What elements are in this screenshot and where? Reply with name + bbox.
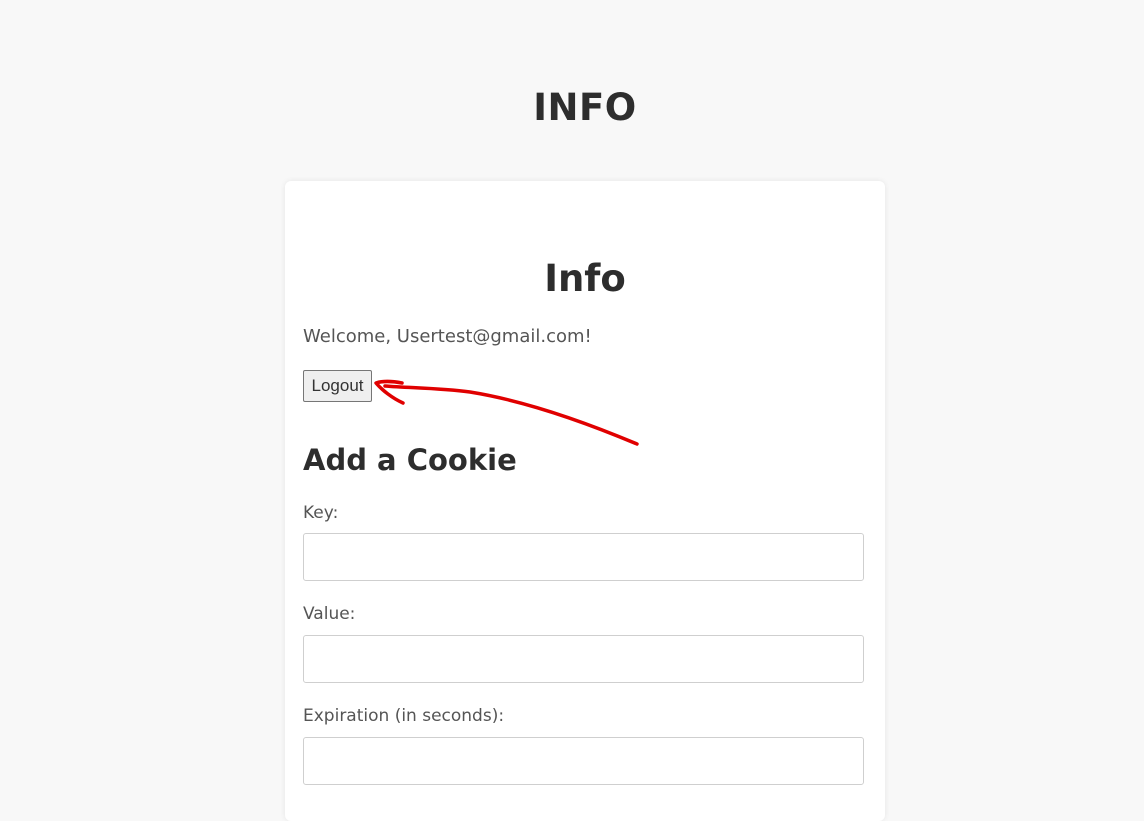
card-title: Info (544, 257, 626, 300)
key-input[interactable] (303, 533, 864, 581)
expiration-input[interactable] (303, 737, 864, 785)
welcome-message: Welcome, Usertest@gmail.com! (303, 326, 592, 347)
page-title: INFO (533, 86, 637, 129)
expiration-label: Expiration (in seconds): (303, 706, 505, 726)
value-label: Value: (303, 604, 356, 624)
info-card: Info Welcome, Usertest@gmail.com! Logout… (285, 181, 885, 821)
logout-button[interactable]: Logout (303, 370, 372, 402)
key-label: Key: (303, 503, 339, 523)
add-cookie-heading: Add a Cookie (303, 443, 517, 477)
value-input[interactable] (303, 635, 864, 683)
